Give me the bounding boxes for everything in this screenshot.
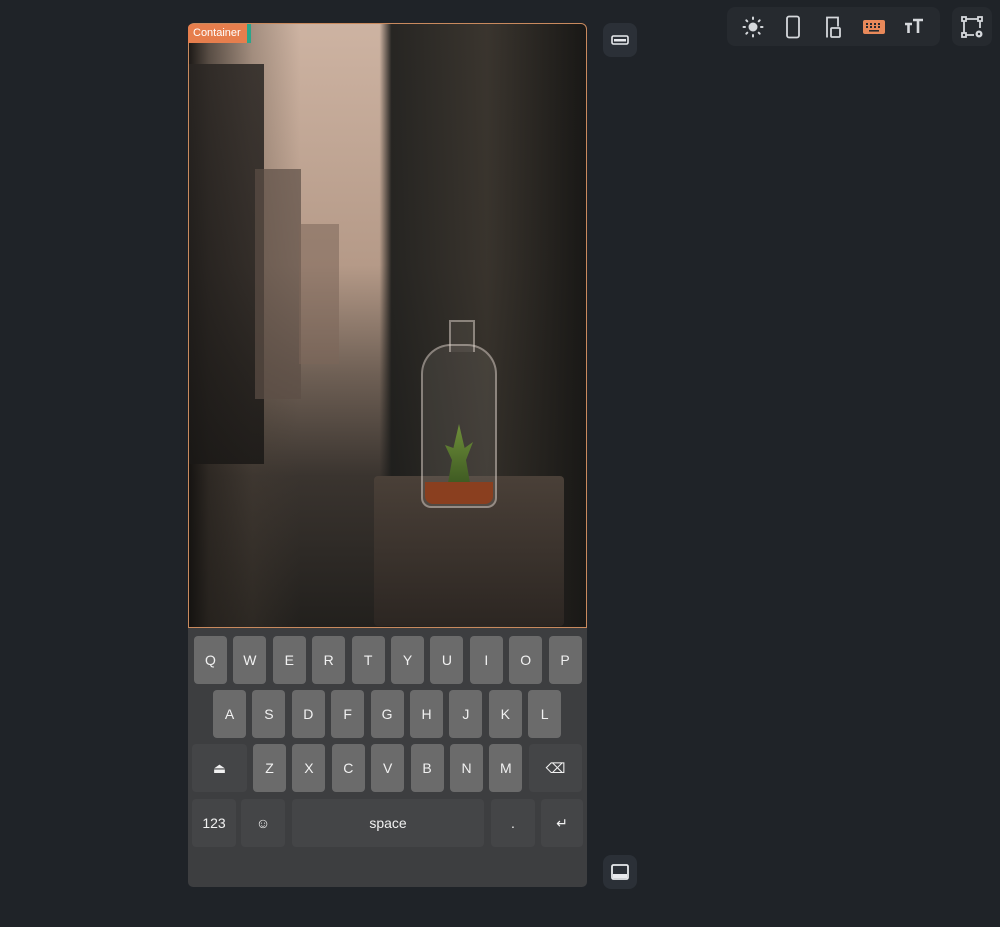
statusbar-icon xyxy=(611,35,629,45)
key-s[interactable]: S xyxy=(252,690,286,738)
brightness-icon xyxy=(742,16,764,37)
backspace-key[interactable]: ⌫ xyxy=(529,744,582,792)
key-a[interactable]: A xyxy=(213,690,246,738)
key-i[interactable]: I xyxy=(469,636,503,684)
virtual-keyboard: Q W E R T Y U I O P A S D F G H J K L Z X C V B N M ⏏ ⌫ 123 ☺ space. ↵ xyxy=(188,628,587,887)
scene-building xyxy=(189,64,264,464)
toggle-statusbar-button[interactable] xyxy=(603,23,637,57)
key-r[interactable]: R xyxy=(312,636,346,684)
key-l[interactable]: L xyxy=(528,690,562,738)
key-m[interactable]: M xyxy=(489,744,523,792)
container-preview[interactable] xyxy=(188,23,587,628)
key-k[interactable]: K xyxy=(488,690,522,738)
space-key[interactable]: space xyxy=(292,799,484,847)
key-p[interactable]: P xyxy=(548,636,582,684)
key-v[interactable]: V xyxy=(371,744,405,792)
key-y[interactable]: Y xyxy=(391,636,424,684)
scene-building xyxy=(255,169,301,399)
key-n[interactable]: N xyxy=(450,744,483,792)
phone-view-button[interactable] xyxy=(778,12,808,42)
key-f[interactable]: F xyxy=(331,690,365,738)
key-b[interactable]: B xyxy=(410,744,444,792)
key-w[interactable]: W xyxy=(233,636,267,684)
key-d[interactable]: D xyxy=(291,690,325,738)
text-size-button[interactable] xyxy=(899,12,929,42)
key-e[interactable]: E xyxy=(272,636,306,684)
text-size-icon xyxy=(904,18,923,33)
tablet-view-button[interactable] xyxy=(818,12,848,42)
enter-key[interactable]: ↵ xyxy=(541,799,583,847)
layout-settings-icon xyxy=(961,15,983,38)
period-key[interactable]: . xyxy=(491,799,535,847)
brightness-button[interactable] xyxy=(738,12,768,42)
layout-settings-button[interactable] xyxy=(952,7,992,46)
toggle-navbar-button[interactable] xyxy=(603,855,637,889)
scene-bottle xyxy=(421,320,497,508)
key-o[interactable]: O xyxy=(509,636,543,684)
key-h[interactable]: H xyxy=(410,690,443,738)
shift-key[interactable]: ⏏ xyxy=(192,744,247,792)
emoji-key[interactable]: ☺ xyxy=(241,799,285,847)
key-t[interactable]: T xyxy=(351,636,385,684)
key-u[interactable]: U xyxy=(430,636,464,684)
key-x[interactable]: X xyxy=(292,744,326,792)
phone-icon xyxy=(786,15,801,38)
numbers-key[interactable]: 123 xyxy=(192,799,236,847)
key-g[interactable]: G xyxy=(370,690,404,738)
key-c[interactable]: C xyxy=(331,744,365,792)
scene-building xyxy=(299,224,339,364)
container-badge: Container xyxy=(188,24,251,43)
keyboard-icon xyxy=(862,19,885,34)
preview-toolbar xyxy=(727,7,940,46)
keyboard-toggle-button[interactable] xyxy=(859,12,889,42)
key-q[interactable]: Q xyxy=(194,636,227,684)
key-j[interactable]: J xyxy=(449,690,483,738)
navbar-icon xyxy=(611,864,629,880)
tablet-icon xyxy=(826,16,842,38)
key-z[interactable]: Z xyxy=(253,744,286,792)
